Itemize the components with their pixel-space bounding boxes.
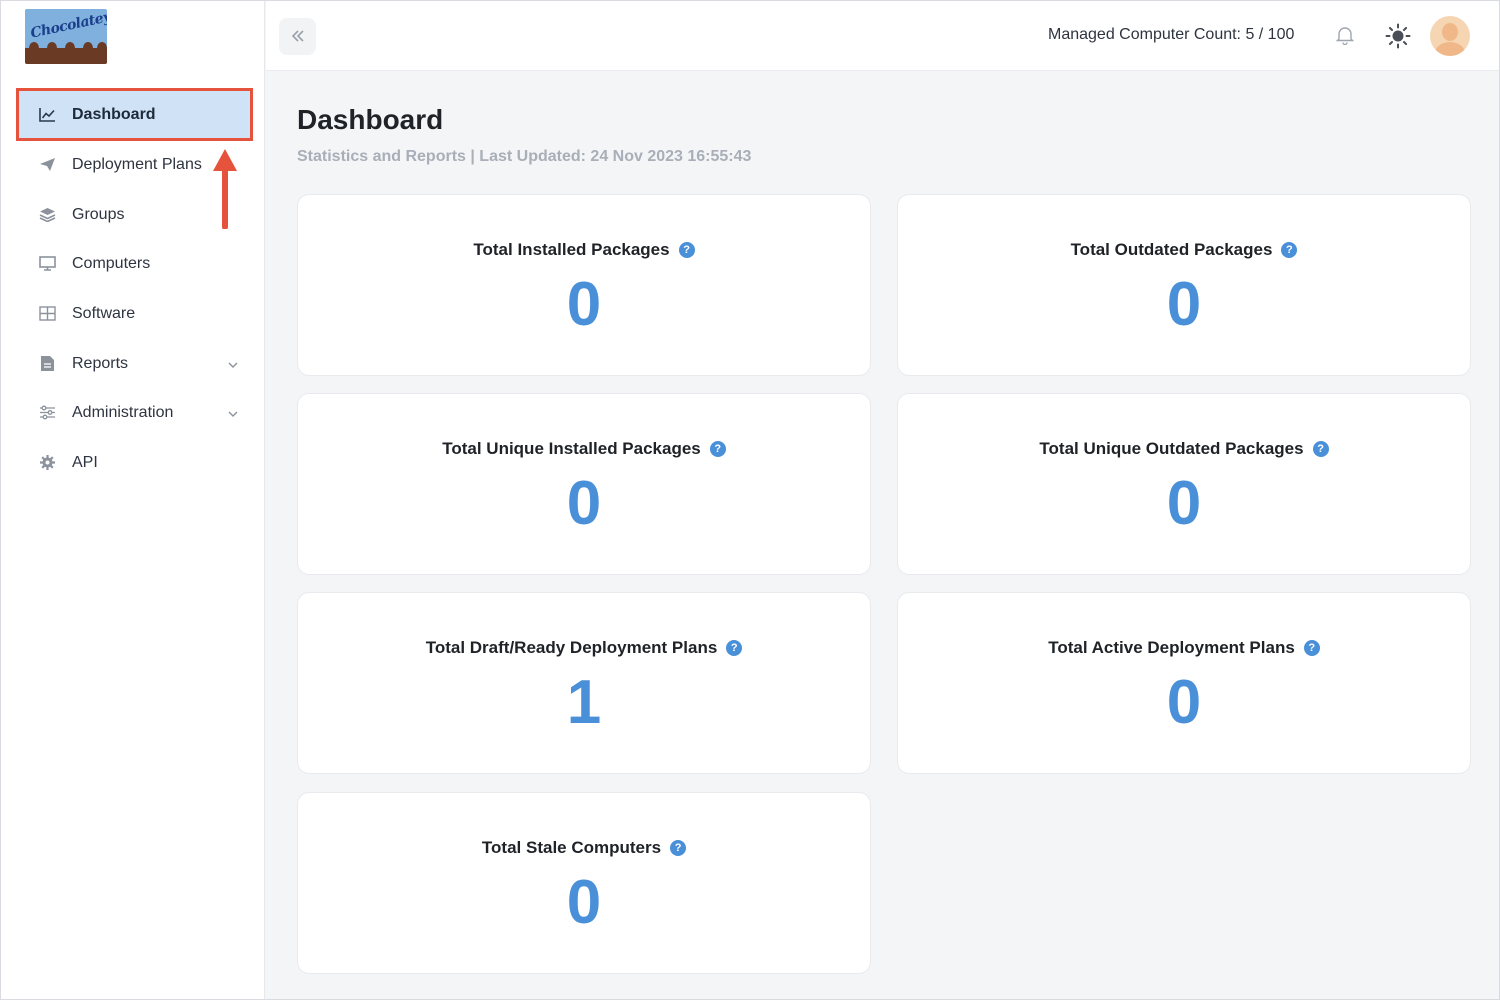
- sidebar-item-dashboard[interactable]: Dashboard: [16, 88, 253, 141]
- sidebar-item-label: API: [72, 453, 98, 471]
- sidebar-item-label: Deployment Plans: [72, 155, 202, 173]
- stat-card-total-draft-ready-deployment-plans: Total Draft/Ready Deployment Plans? 1: [297, 592, 871, 774]
- file-report-icon: [38, 355, 56, 373]
- card-title: Total Unique Installed Packages: [442, 439, 701, 458]
- top-header: Managed Computer Count: 5 / 100: [266, 1, 1499, 71]
- user-avatar[interactable]: [1430, 16, 1470, 56]
- sliders-icon: [38, 404, 56, 422]
- sidebar-item-api[interactable]: API: [19, 439, 250, 486]
- chevron-down-icon: [228, 356, 238, 374]
- chart-line-icon: [38, 106, 56, 124]
- help-icon[interactable]: ?: [1303, 640, 1320, 656]
- card-value: 1: [566, 668, 602, 737]
- card-title: Total Installed Packages: [473, 240, 670, 259]
- card-title: Total Stale Computers: [481, 838, 662, 857]
- help-icon[interactable]: ?: [726, 640, 743, 656]
- card-value: 0: [566, 469, 602, 538]
- double-chevron-left-icon: [291, 25, 305, 48]
- card-value: 0: [566, 868, 602, 937]
- sidebar-item-label: Software: [72, 304, 136, 322]
- layers-icon: [38, 206, 56, 224]
- help-icon[interactable]: ?: [1312, 441, 1329, 457]
- paper-plane-icon: [38, 156, 56, 174]
- stat-card-total-unique-installed-packages: Total Unique Installed Packages? 0: [297, 393, 871, 575]
- logo-drip: [25, 42, 107, 64]
- card-value: 0: [1166, 469, 1202, 538]
- card-value: 0: [1166, 668, 1202, 737]
- card-title: Total Draft/Ready Deployment Plans: [425, 638, 718, 657]
- help-icon[interactable]: ?: [709, 441, 726, 457]
- stat-card-total-unique-outdated-packages: Total Unique Outdated Packages? 0: [897, 393, 1471, 575]
- stat-card-total-active-deployment-plans: Total Active Deployment Plans? 0: [897, 592, 1471, 774]
- help-icon[interactable]: ?: [670, 840, 687, 856]
- sidebar: Chocolatey Dashboard Deployment Plans Gr…: [1, 1, 265, 999]
- collapse-sidebar-button[interactable]: [279, 18, 316, 55]
- sidebar-item-label: Dashboard: [72, 105, 156, 123]
- sidebar-item-software[interactable]: Software: [19, 290, 250, 337]
- stat-card-total-stale-computers: Total Stale Computers? 0: [297, 792, 871, 974]
- sidebar-item-computers[interactable]: Computers: [19, 240, 250, 287]
- annotation-arrow: [213, 149, 237, 229]
- bell-icon[interactable]: [1335, 25, 1355, 50]
- managed-computer-count: Managed Computer Count: 5 / 100: [1048, 26, 1295, 43]
- theme-toggle-sun-icon[interactable]: [1385, 23, 1411, 54]
- card-title: Total Outdated Packages: [1070, 240, 1273, 259]
- page-subtitle: Statistics and Reports | Last Updated: 2…: [297, 148, 752, 165]
- card-title: Total Unique Outdated Packages: [1039, 439, 1304, 458]
- sidebar-item-administration[interactable]: Administration: [19, 389, 250, 436]
- grid-icon: [38, 305, 56, 323]
- logo-text: Chocolatey: [29, 9, 107, 42]
- stat-card-total-installed-packages: Total Installed Packages? 0: [297, 194, 871, 376]
- card-value: 0: [1166, 270, 1202, 339]
- page-title: Dashboard: [297, 104, 444, 135]
- gear-icon: [38, 454, 56, 472]
- card-value: 0: [566, 270, 602, 339]
- help-icon[interactable]: ?: [1281, 242, 1298, 258]
- sidebar-item-label: Reports: [72, 354, 129, 372]
- sidebar-item-label: Computers: [72, 254, 151, 272]
- help-icon[interactable]: ?: [678, 242, 695, 258]
- sidebar-item-label: Administration: [72, 403, 174, 421]
- sidebar-item-label: Groups: [72, 205, 125, 223]
- chevron-down-icon: [228, 405, 238, 423]
- chocolatey-logo[interactable]: Chocolatey: [25, 9, 107, 64]
- desktop-icon: [38, 255, 56, 273]
- card-title: Total Active Deployment Plans: [1048, 638, 1295, 657]
- sidebar-item-reports[interactable]: Reports: [19, 340, 250, 387]
- stat-card-total-outdated-packages: Total Outdated Packages? 0: [897, 194, 1471, 376]
